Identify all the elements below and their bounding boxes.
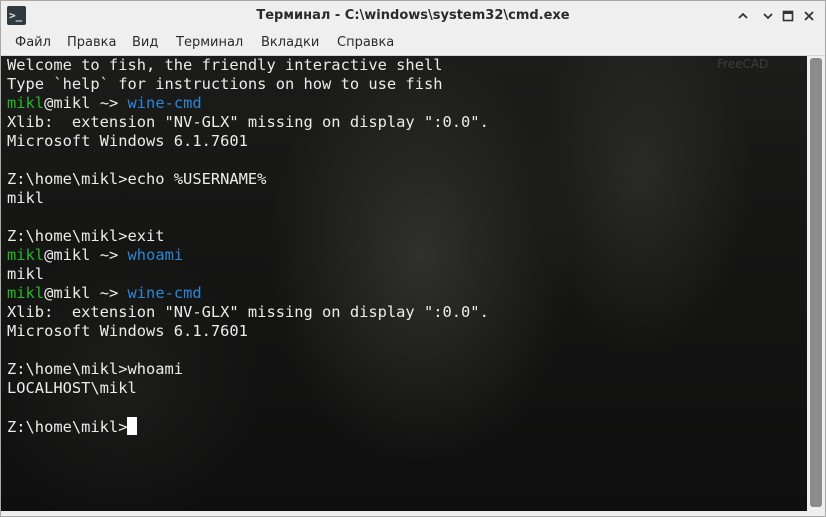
cmd-prompt: Z:\home\mikl> bbox=[7, 418, 128, 436]
title-bar[interactable]: >_ Терминал - C:\windows\system32\cmd.ex… bbox=[1, 1, 825, 31]
prompt-at: @ bbox=[44, 284, 54, 302]
output-line: Z:\home\mikl>exit bbox=[7, 227, 165, 245]
text-cursor bbox=[127, 417, 138, 435]
prompt-at: @ bbox=[44, 94, 54, 112]
input-line: Z:\home\mikl> bbox=[7, 417, 803, 436]
prompt-host: mikl bbox=[53, 246, 91, 264]
chevron-down-icon[interactable] bbox=[758, 6, 778, 26]
output-line: Type `help` for instructions on how to u… bbox=[7, 75, 443, 93]
chevron-up-icon[interactable] bbox=[733, 6, 753, 26]
output-line: mikl bbox=[7, 265, 45, 283]
output-line: Microsoft Windows 6.1.7601 bbox=[7, 132, 248, 150]
prompt-dir: ~> bbox=[90, 246, 128, 264]
prompt-at: @ bbox=[44, 246, 54, 264]
prompt-dir: ~> bbox=[90, 284, 128, 302]
output-line: mikl bbox=[7, 189, 45, 207]
prompt-host: mikl bbox=[53, 284, 91, 302]
terminal-output[interactable]: FreeCAD Welcome to fish, the friendly in… bbox=[1, 56, 807, 511]
output-line: Z:\home\mikl>echo %USERNAME% bbox=[7, 170, 267, 188]
close-icon[interactable] bbox=[799, 6, 819, 26]
output-line: LOCALHOST\mikl bbox=[7, 379, 137, 397]
menu-item-file[interactable]: Файл bbox=[15, 31, 51, 55]
menu-item-view[interactable]: Вид bbox=[132, 31, 158, 55]
prompt-user: mikl bbox=[7, 94, 45, 112]
menu-item-edit[interactable]: Правка bbox=[67, 31, 116, 55]
scrollbar-thumb[interactable] bbox=[810, 58, 822, 507]
prompt-user: mikl bbox=[7, 284, 45, 302]
prompt-dir: ~> bbox=[90, 94, 128, 112]
prompt-line: mikl@mikl ~> whoami bbox=[7, 246, 803, 265]
prompt-host: mikl bbox=[53, 94, 91, 112]
output-line: Microsoft Windows 6.1.7601 bbox=[7, 322, 248, 340]
prompt-user: mikl bbox=[7, 246, 45, 264]
prompt-line: mikl@mikl ~> wine-cmd bbox=[7, 94, 803, 113]
maximize-icon[interactable] bbox=[778, 6, 798, 26]
terminal-window: >_ Терминал - C:\windows\system32\cmd.ex… bbox=[0, 0, 826, 517]
prompt-command: whoami bbox=[127, 246, 184, 264]
output-line: Z:\home\mikl>whoami bbox=[7, 360, 184, 378]
output-line: Xlib: extension "NV-GLX" missing on disp… bbox=[7, 303, 489, 321]
output-line: Welcome to fish, the friendly interactiv… bbox=[7, 56, 443, 74]
menu-item-help[interactable]: Справка bbox=[337, 31, 394, 55]
prompt-line: mikl@mikl ~> wine-cmd bbox=[7, 284, 803, 303]
menu-bar: Файл Правка Вид Терминал Вкладки Справка bbox=[1, 31, 825, 56]
window-title: Терминал - C:\windows\system32\cmd.exe bbox=[256, 8, 570, 23]
terminal-icon[interactable]: >_ bbox=[7, 6, 26, 25]
menu-item-terminal[interactable]: Терминал bbox=[176, 31, 243, 55]
output-line: Xlib: extension "NV-GLX" missing on disp… bbox=[7, 113, 489, 131]
prompt-command: wine-cmd bbox=[127, 284, 202, 302]
prompt-command: wine-cmd bbox=[127, 94, 202, 112]
window-bottom-border bbox=[1, 511, 825, 516]
menu-item-tabs[interactable]: Вкладки bbox=[261, 31, 319, 55]
terminal-lines: Welcome to fish, the friendly interactiv… bbox=[7, 56, 803, 436]
scrollbar[interactable] bbox=[807, 56, 825, 511]
